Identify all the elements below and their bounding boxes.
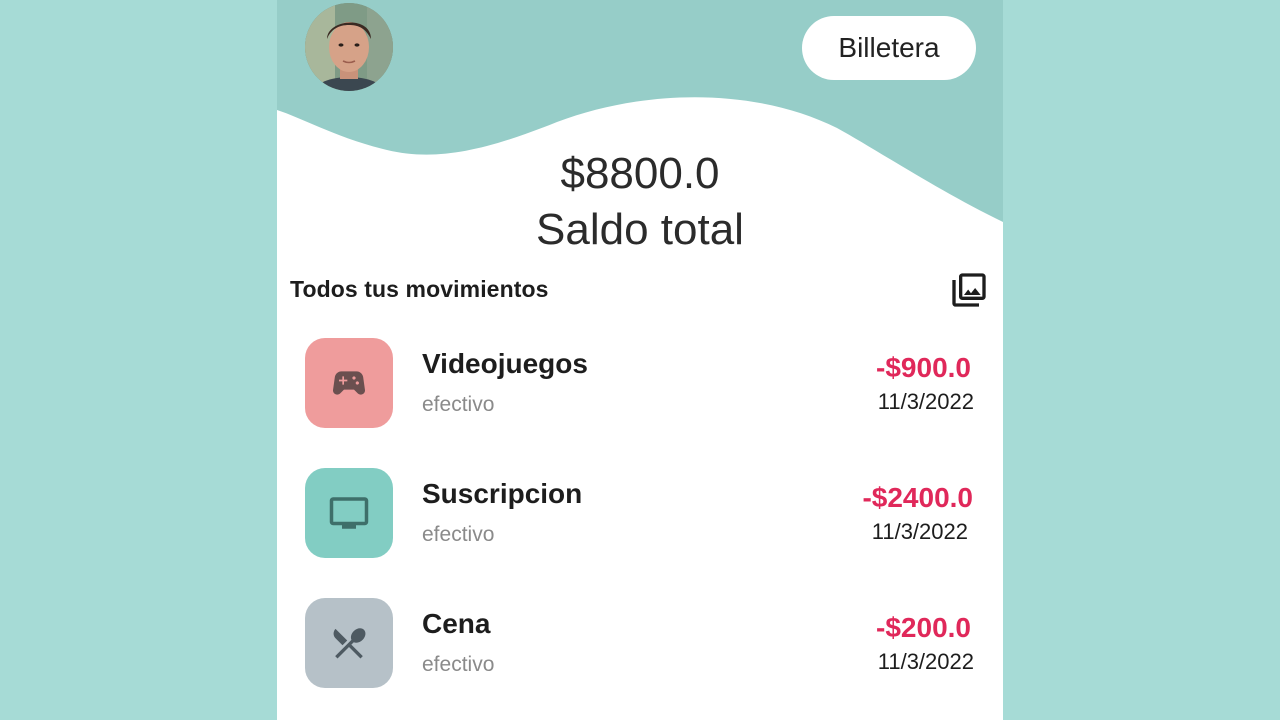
category-tile xyxy=(305,598,393,688)
movement-title: Suscripcion xyxy=(422,478,583,509)
movement-method: efectivo xyxy=(422,653,495,676)
movements-title: Todos tus movimientos xyxy=(290,276,549,302)
list-item[interactable]: Cena efectivo -$200.0 11/3/2022 xyxy=(277,578,1003,708)
list-item[interactable]: Videojuegos efectivo -$900.0 11/3/2022 xyxy=(277,318,1003,448)
restaurant-icon xyxy=(333,628,366,659)
photo-library-icon xyxy=(952,273,986,307)
avatar[interactable] xyxy=(305,3,393,91)
movement-amount: -$2400.0 xyxy=(862,482,973,513)
movement-method: efectivo xyxy=(422,523,495,546)
category-tile xyxy=(305,338,393,428)
movement-title: Videojuegos xyxy=(422,348,588,379)
list-item[interactable]: Suscripcion efectivo -$2400.0 11/3/2022 xyxy=(277,448,1003,578)
tv-icon xyxy=(329,497,369,529)
wallet-screen: Billetera $8800.0 Saldo total Todos tus … xyxy=(277,0,1003,720)
category-tile xyxy=(305,468,393,558)
balance-label: Saldo total xyxy=(536,205,744,254)
photo-library-button[interactable] xyxy=(945,266,993,314)
gamepad-icon xyxy=(332,371,366,395)
movement-title: Cena xyxy=(422,608,491,639)
balance-amount: $8800.0 xyxy=(560,149,720,198)
movement-amount: -$200.0 xyxy=(876,612,971,643)
movement-date: 11/3/2022 xyxy=(877,389,974,414)
movement-date: 11/3/2022 xyxy=(877,649,974,674)
movement-method: efectivo xyxy=(422,393,495,416)
movement-amount: -$900.0 xyxy=(876,352,971,383)
wallet-button[interactable]: Billetera xyxy=(802,16,976,80)
movement-date: 11/3/2022 xyxy=(871,519,968,544)
